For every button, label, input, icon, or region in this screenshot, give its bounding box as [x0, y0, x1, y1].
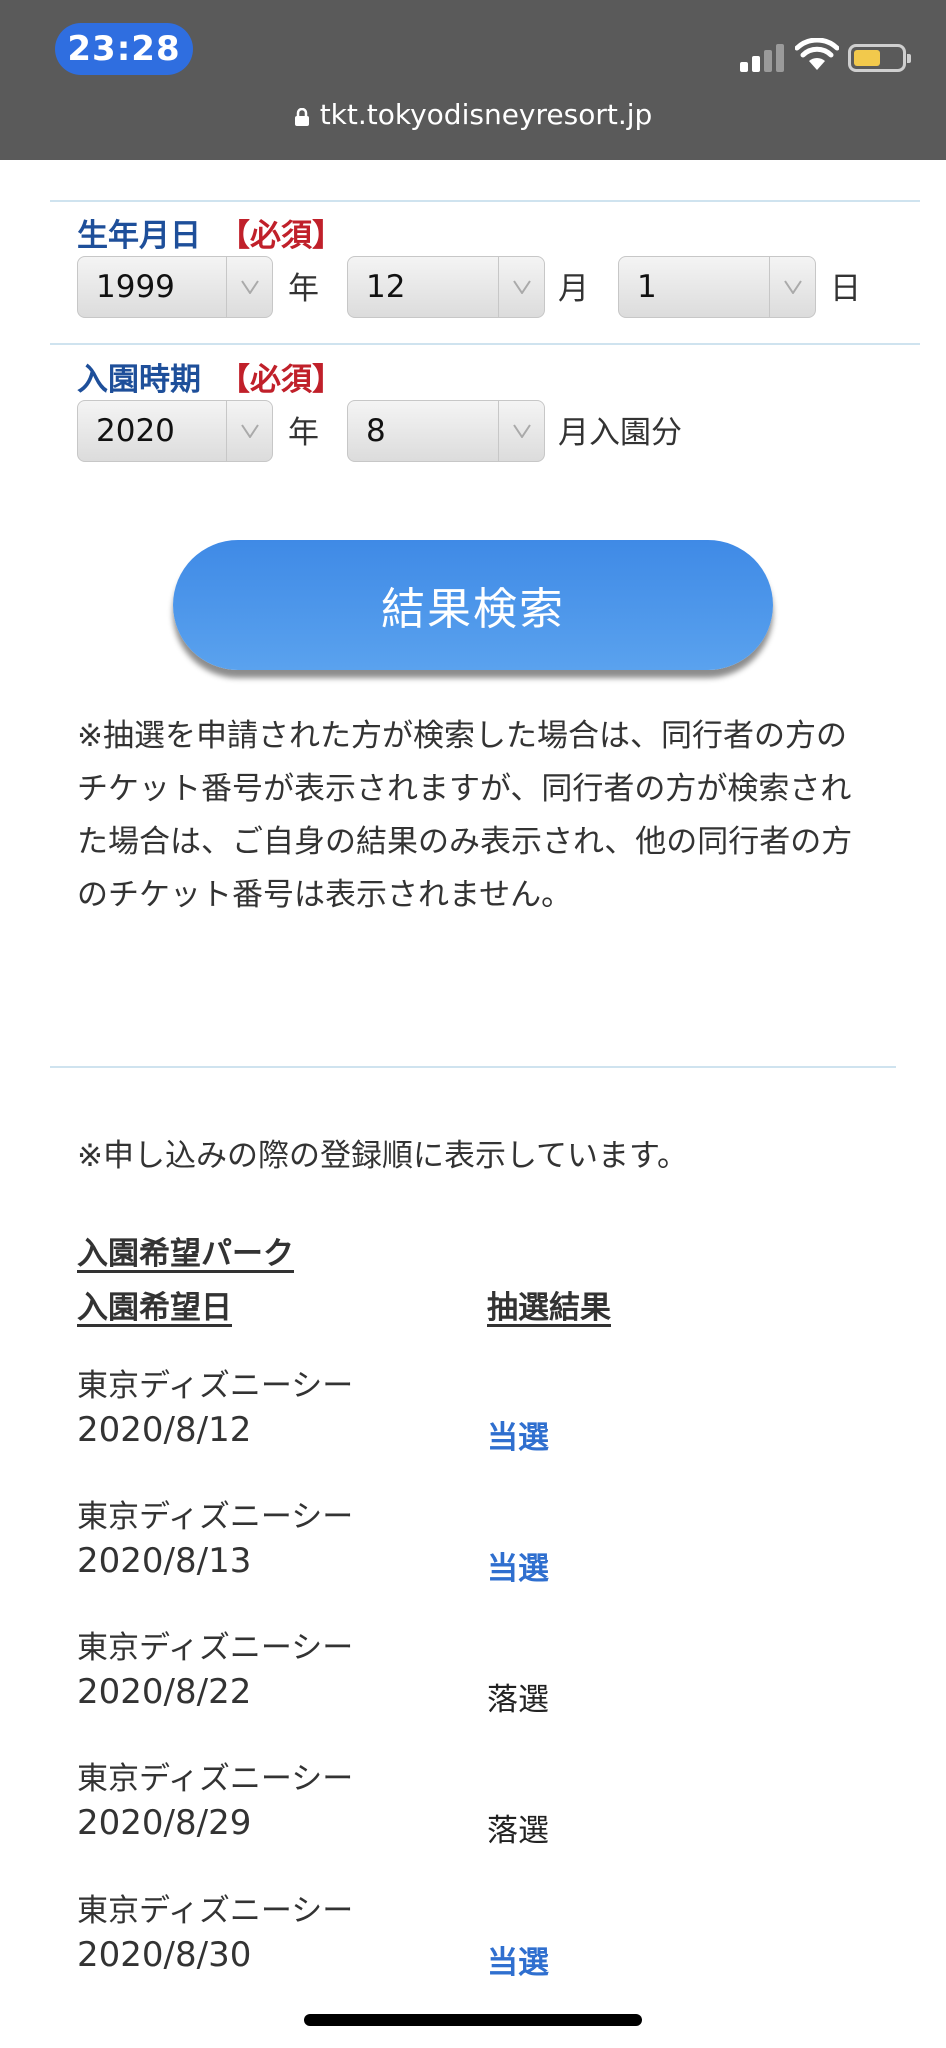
browser-top-bar: 23:28 tkt.tokyodisneyresort.jp: [0, 0, 946, 160]
row-date: 2020/8/12: [77, 1410, 252, 1450]
visit-year-value: 2020: [96, 413, 175, 449]
birthdate-label: 生年月日 【必須】: [77, 210, 343, 255]
row-park: 東京ディズニーシー: [77, 1761, 354, 1797]
row-date: 2020/8/30: [77, 1935, 252, 1975]
row-result: 当選: [487, 1551, 549, 1587]
divider: [50, 1066, 896, 1068]
visit-period-label-text: 入園時期: [77, 362, 201, 398]
row-date: 2020/8/29: [77, 1803, 252, 1843]
row-date: 2020/8/22: [77, 1672, 252, 1712]
address-bar[interactable]: tkt.tokyodisneyresort.jp: [0, 98, 946, 131]
status-time: 23:28: [55, 23, 193, 75]
year-unit: 年: [288, 271, 319, 307]
birth-year-select[interactable]: 1999: [77, 256, 273, 318]
year-unit: 年: [288, 415, 319, 451]
header-date: 入園希望日: [77, 1290, 232, 1326]
home-indicator[interactable]: [304, 2014, 642, 2026]
month-unit: 月: [558, 271, 589, 307]
birth-year-value: 1999: [96, 269, 175, 305]
row-park: 東京ディズニーシー: [77, 1893, 354, 1929]
header-park: 入園希望パーク: [77, 1236, 294, 1272]
birth-day-value: 1: [637, 269, 657, 305]
birth-month-select[interactable]: 12: [347, 256, 545, 318]
companion-note: ※抽選を申請された方が検索した場合は、同行者の方のチケット番号が表示されますが、…: [77, 718, 853, 913]
required-mark: 【必須】: [219, 362, 343, 398]
dropdown-arrow-icon: [240, 424, 259, 438]
lock-icon: [294, 108, 309, 126]
row-park: 東京ディズニーシー: [77, 1630, 354, 1666]
dropdown-arrow-icon: [783, 280, 802, 294]
wifi-icon: [795, 38, 839, 70]
search-results-button[interactable]: 結果検索: [173, 540, 773, 670]
visit-month-select[interactable]: 8: [347, 400, 545, 462]
url-text: tkt.tokyodisneyresort.jp: [319, 98, 653, 131]
visit-period-label: 入園時期 【必須】: [77, 354, 343, 399]
row-date: 2020/8/13: [77, 1541, 252, 1581]
row-park: 東京ディズニーシー: [77, 1368, 354, 1404]
visit-month-value: 8: [366, 413, 386, 449]
row-result: 当選: [487, 1420, 549, 1456]
row-result: 当選: [487, 1945, 549, 1981]
row-result: 落選: [487, 1813, 549, 1849]
dropdown-arrow-icon: [512, 280, 531, 294]
header-result: 抽選結果: [487, 1290, 611, 1326]
birth-month-value: 12: [366, 269, 406, 305]
visit-year-select[interactable]: 2020: [77, 400, 273, 462]
visit-month-unit: 月入園分: [558, 415, 682, 451]
row-park: 東京ディズニーシー: [77, 1499, 354, 1535]
battery-icon: [848, 44, 911, 72]
row-result: 落選: [487, 1682, 549, 1718]
dropdown-arrow-icon: [240, 280, 259, 294]
divider: [50, 343, 920, 345]
cellular-signal-icon: [740, 42, 784, 72]
divider: [50, 200, 920, 202]
birth-day-select[interactable]: 1: [618, 256, 816, 318]
results-order-note: ※申し込みの際の登録順に表示しています。: [77, 1138, 688, 1174]
dropdown-arrow-icon: [512, 424, 531, 438]
day-unit: 日: [830, 271, 861, 307]
birthdate-label-text: 生年月日: [77, 218, 201, 254]
required-mark: 【必須】: [219, 218, 343, 254]
